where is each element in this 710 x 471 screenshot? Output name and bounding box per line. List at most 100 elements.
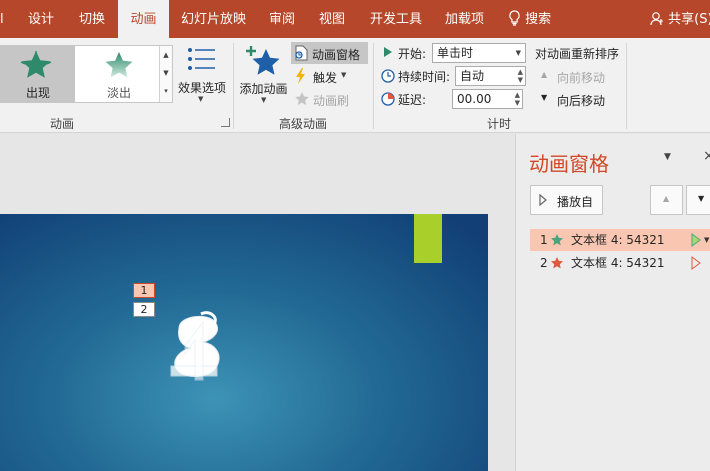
tab-slideshow[interactable]: 幻灯片放映 bbox=[181, 0, 246, 38]
add-animation-button[interactable]: 添加动画 ▼ bbox=[237, 44, 290, 110]
tab-file-partial[interactable]: l bbox=[0, 0, 8, 38]
animation-pane-title: 动画窗格 bbox=[529, 152, 609, 176]
chevron-down-icon: ▼ bbox=[261, 96, 267, 104]
item-label: 文本框 4: 54321 bbox=[571, 256, 665, 270]
chevron-down-icon: ▼ bbox=[341, 71, 347, 79]
lightning-icon bbox=[296, 68, 305, 84]
lightbulb-icon bbox=[509, 10, 520, 26]
share-button[interactable]: 共享(S) bbox=[650, 0, 710, 38]
search-box[interactable]: 搜索 bbox=[508, 0, 551, 38]
chevron-down-icon: ▼ bbox=[198, 95, 204, 103]
trigger-button[interactable]: 触发 ▼ bbox=[293, 66, 353, 86]
clock-icon bbox=[381, 69, 395, 83]
appear-star-icon bbox=[20, 51, 52, 78]
pane-options-chevron-icon[interactable]: ▼ bbox=[664, 152, 671, 162]
close-icon[interactable]: × bbox=[703, 148, 710, 164]
search-label: 搜索 bbox=[525, 12, 552, 27]
animation-tag-1[interactable]: 1 bbox=[133, 283, 155, 298]
ribbon-tab-bar: l 设计 切换 动画 幻灯片放映 审阅 视图 开发工具 加载项 搜索 共享(S) bbox=[0, 0, 710, 38]
item-label: 文本框 4: 54321 bbox=[571, 233, 665, 247]
group-separator bbox=[373, 43, 374, 129]
reorder-title: 对动画重新排序 bbox=[535, 47, 620, 61]
delay-label: 延迟: bbox=[398, 93, 427, 107]
slide-canvas[interactable]: 1 2 bbox=[0, 214, 488, 471]
spinner-arrows-icon[interactable]: ▲ ▼ bbox=[518, 68, 523, 84]
group-separator bbox=[626, 43, 627, 129]
effect-options-button[interactable]: 效果选项 ▼ bbox=[176, 44, 228, 108]
group-label-timing: 计时 bbox=[487, 117, 512, 131]
overlapping-number-text[interactable] bbox=[165, 306, 235, 396]
trigger-label: 触发 bbox=[313, 71, 338, 85]
tab-transitions[interactable]: 切换 bbox=[79, 0, 105, 38]
play-triangle-icon bbox=[384, 47, 392, 57]
group-separator bbox=[233, 43, 234, 129]
animation-pane-label: 动画窗格 bbox=[312, 48, 361, 62]
animation-pane-button[interactable]: 动画窗格 bbox=[291, 42, 368, 64]
down-triangle-icon: ▼ bbox=[698, 194, 705, 203]
tab-animations[interactable]: 动画 bbox=[118, 0, 169, 38]
effect-appear-label: 出现 bbox=[25, 86, 50, 100]
effect-fade-label: 淡出 bbox=[106, 86, 131, 100]
move-later-button[interactable]: ▼ 向后移动 bbox=[540, 90, 620, 108]
ribbon: 出现 淡出 ▲ ▼ ▾ 效果选项 ▼ 动画 添加动画 ▼ 动画窗格 触发 ▼ 动… bbox=[0, 38, 710, 133]
animation-painter-button[interactable]: 动画刷 bbox=[293, 89, 363, 109]
effect-appear[interactable]: 出现 bbox=[1, 46, 75, 102]
move-later-label: 向后移动 bbox=[557, 94, 606, 108]
play-from-label: 播放自 bbox=[557, 195, 594, 209]
dialog-launcher-icon[interactable] bbox=[221, 118, 230, 127]
item-number: 2 bbox=[540, 256, 548, 270]
delay-spinner[interactable]: 00.00 ▲ ▼ bbox=[452, 89, 523, 109]
animation-pane: 动画窗格 ▼ × 播放自 ▲ ▼ 1 文本框 4: 54321 ▼ 2 文本框 … bbox=[515, 134, 710, 471]
animation-list-item-2[interactable]: 2 文本框 4: 54321 bbox=[530, 252, 710, 274]
chevron-down-icon[interactable]: ▼ bbox=[704, 229, 709, 251]
animation-gallery: 出现 淡出 ▲ ▼ ▾ bbox=[0, 45, 173, 103]
spinner-arrows-icon[interactable]: ▲ ▼ bbox=[515, 91, 520, 107]
delay-value: 00.00 bbox=[457, 92, 492, 106]
move-earlier-label: 向前移动 bbox=[557, 71, 606, 85]
slide-workspace: 1 2 bbox=[0, 134, 515, 471]
person-icon bbox=[650, 12, 663, 26]
chevron-down-icon: ▼ bbox=[515, 49, 521, 57]
move-up-button[interactable]: ▲ bbox=[650, 185, 683, 215]
duration-value: 自动 bbox=[460, 69, 485, 83]
duration-spinner[interactable]: 自动 ▲ ▼ bbox=[455, 66, 526, 86]
item-number: 1 bbox=[540, 233, 548, 247]
down-triangle-icon: ▼ bbox=[541, 93, 548, 102]
effect-options-label: 效果选项 bbox=[177, 81, 226, 95]
duration-label: 持续时间: bbox=[398, 70, 451, 84]
tab-review[interactable]: 审阅 bbox=[269, 0, 295, 38]
up-triangle-icon: ▲ bbox=[541, 70, 548, 79]
animation-painter-label: 动画刷 bbox=[313, 94, 350, 108]
painter-star-icon bbox=[295, 92, 309, 106]
green-star-icon bbox=[551, 234, 563, 246]
timeline-bar-icon bbox=[691, 256, 701, 270]
tab-developer[interactable]: 开发工具 bbox=[370, 0, 422, 38]
delay-clock-icon bbox=[381, 92, 395, 106]
animation-list-item-1[interactable]: 1 文本框 4: 54321 ▼ bbox=[530, 229, 710, 251]
start-value: 单击时 bbox=[437, 46, 474, 60]
play-from-button[interactable]: 播放自 bbox=[530, 185, 603, 215]
tab-design[interactable]: 设计 bbox=[28, 0, 54, 38]
animation-tag-2[interactable]: 2 bbox=[133, 302, 155, 317]
share-label: 共享(S) bbox=[668, 12, 710, 27]
effect-options-icon bbox=[188, 48, 215, 70]
slide-accent-bar bbox=[414, 214, 442, 263]
group-label-advanced: 高级动画 bbox=[278, 117, 327, 131]
gallery-scrollbar[interactable]: ▲ ▼ ▾ bbox=[159, 46, 172, 102]
up-triangle-icon: ▲ bbox=[663, 194, 670, 203]
orange-star-icon bbox=[551, 257, 563, 269]
add-animation-star-icon bbox=[246, 46, 280, 75]
animation-pane-icon bbox=[295, 45, 308, 61]
add-animation-label: 添加动画 bbox=[239, 82, 288, 96]
move-down-button[interactable]: ▼ bbox=[686, 185, 710, 215]
tab-addins[interactable]: 加载项 bbox=[445, 0, 484, 38]
group-label-animation: 动画 bbox=[50, 117, 75, 131]
tab-view[interactable]: 视图 bbox=[319, 0, 345, 38]
timeline-bar-icon bbox=[691, 233, 701, 247]
start-label: 开始: bbox=[398, 47, 427, 61]
fade-star-icon bbox=[105, 52, 133, 78]
effect-fade[interactable]: 淡出 bbox=[79, 46, 159, 102]
play-icon bbox=[539, 194, 547, 206]
start-select[interactable]: 单击时 ▼ bbox=[432, 43, 526, 63]
move-earlier-button[interactable]: ▲ 向前移动 bbox=[540, 67, 620, 85]
